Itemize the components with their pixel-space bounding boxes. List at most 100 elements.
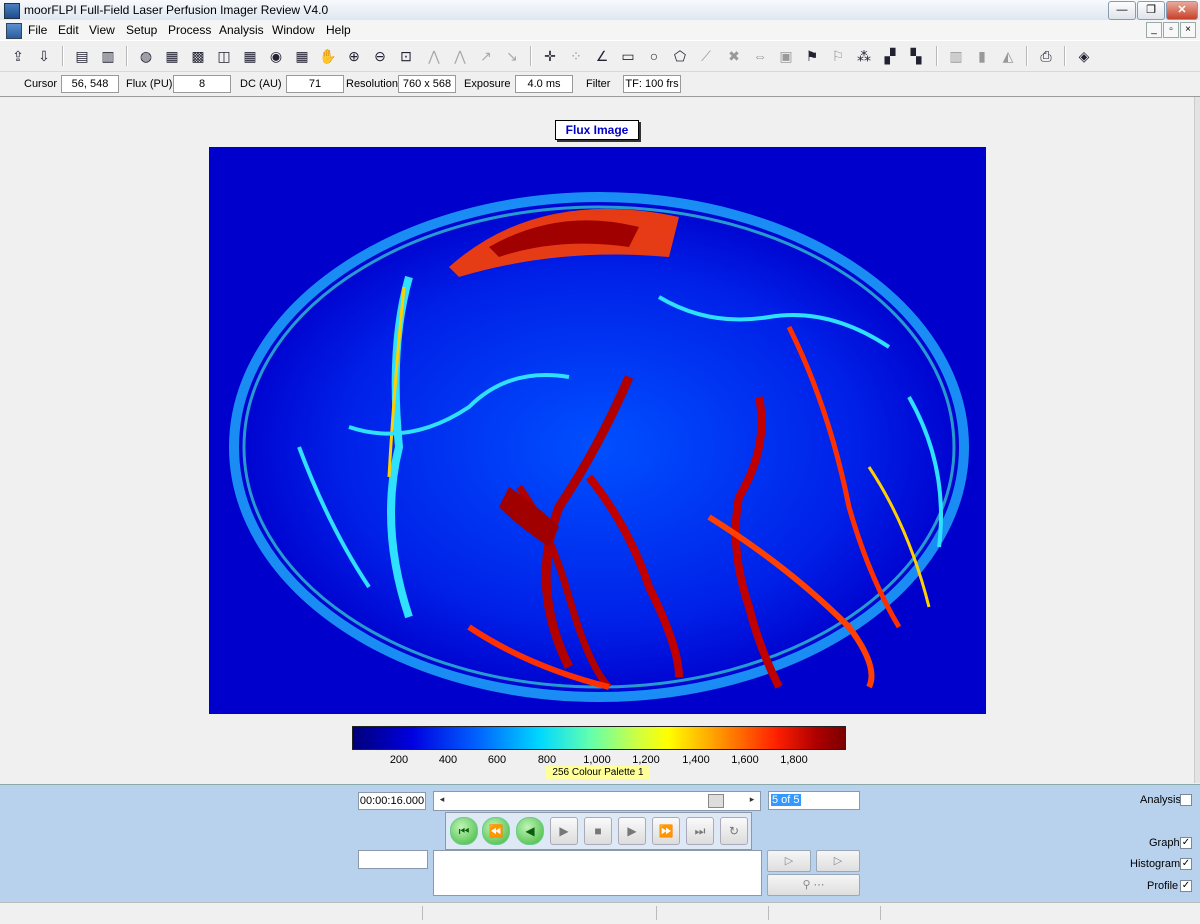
pan-hand-icon[interactable]: ✋ [318, 46, 338, 66]
zoom-out-icon[interactable]: ⊖ [370, 46, 390, 66]
resize-roi-icon[interactable]: ⇔ [750, 46, 770, 66]
mdi-restore-button[interactable]: ▫ [1163, 22, 1179, 38]
help-book-icon[interactable]: ◈ [1074, 46, 1094, 66]
playback-panel: 00:00:16.000 ◂ ▸ 5 of 5 ⏮ ⏪ ◀ ▶ ■ ▶ ⏩ ⏭ … [0, 784, 1200, 903]
colour-scale-tick: 1,200 [632, 754, 660, 766]
maximize-button[interactable]: ❐ [1137, 1, 1165, 20]
polygon-roi-icon[interactable]: ⬠ [670, 46, 690, 66]
toolbar-separator [1064, 46, 1066, 66]
palette-icon[interactable]: ▩ [188, 46, 208, 66]
wave-icon[interactable]: ⋀ [424, 46, 444, 66]
layout-icon[interactable]: ▚ [906, 46, 926, 66]
menu-file[interactable]: File [28, 23, 47, 37]
profile-label: Profile [1147, 880, 1179, 892]
graph-checkbox[interactable]: ✓ [1180, 837, 1192, 849]
zoom-in-icon[interactable]: ⊕ [344, 46, 364, 66]
status-cell [656, 906, 657, 920]
menu-setup[interactable]: Setup [126, 23, 157, 37]
analysis-checkbox[interactable] [1180, 794, 1192, 806]
colour-scale-tick: 200 [389, 754, 409, 766]
close-button[interactable]: ✕ [1166, 1, 1198, 20]
colour-scale-tick: 400 [438, 754, 458, 766]
angle-icon[interactable]: ∠ [592, 46, 612, 66]
menu-window[interactable]: Window [272, 23, 315, 37]
title-bar: moorFLPI Full-Field Laser Perfusion Imag… [0, 0, 1200, 21]
mark-end-button[interactable]: ▷ [816, 850, 860, 872]
frame-counter: 5 of 5 [771, 794, 801, 806]
document-icon[interactable] [6, 23, 22, 39]
link-icon[interactable]: ⁂ [854, 46, 874, 66]
find-button[interactable]: ⚲ ⋯ [767, 874, 860, 896]
profile-icon[interactable]: ◭ [998, 46, 1018, 66]
frame-counter-field[interactable]: 5 of 5 [768, 791, 860, 810]
resolution-label: Resolution [346, 78, 398, 90]
multi-point-icon[interactable]: ⁘ [566, 46, 586, 66]
comment-area[interactable] [433, 850, 762, 896]
rise-icon[interactable]: ↗ [476, 46, 496, 66]
statistics-icon[interactable]: ▥ [946, 46, 966, 66]
point-icon[interactable]: ✛ [540, 46, 560, 66]
delete-roi-icon[interactable]: ✖ [724, 46, 744, 66]
mdi-close-button[interactable]: × [1180, 22, 1196, 38]
status-cell [422, 906, 423, 920]
remove-marker-icon[interactable]: ⚐ [828, 46, 848, 66]
frame-slider[interactable]: ◂ ▸ [433, 791, 761, 811]
open-file-icon[interactable]: ⇪ [8, 46, 28, 66]
colour-scale-tick: 1,800 [780, 754, 808, 766]
mark-start-button[interactable]: ▷ [767, 850, 811, 872]
flux-value: 8 [173, 75, 231, 93]
peak-icon[interactable]: ⋀ [450, 46, 470, 66]
slider-left-arrow-icon[interactable]: ◂ [436, 794, 448, 805]
graph-label: Graph [1149, 837, 1180, 849]
print-icon[interactable]: ⎙ [1036, 46, 1056, 66]
step-forward-button[interactable]: ▶ [618, 817, 646, 845]
toolbar-separator [126, 46, 128, 66]
loop-button[interactable]: ↻ [720, 817, 748, 845]
flux-label: Flux (PU) [126, 78, 173, 90]
zoom-fit-icon[interactable]: ⊡ [396, 46, 416, 66]
globe-icon[interactable]: ◍ [136, 46, 156, 66]
document-view-icon[interactable]: ▥ [98, 46, 118, 66]
fast-rewind-button[interactable]: ⏪ [482, 817, 510, 845]
step-back-button[interactable]: ◀ [516, 817, 544, 845]
time-field[interactable]: 00:00:16.000 [358, 792, 426, 810]
note-input[interactable] [358, 850, 428, 869]
colour-scale-tick: 1,400 [682, 754, 710, 766]
fall-icon[interactable]: ↘ [502, 46, 522, 66]
slider-thumb[interactable] [707, 794, 724, 808]
add-marker-icon[interactable]: ⚑ [802, 46, 822, 66]
copy-roi-icon[interactable]: ▣ [776, 46, 796, 66]
slider-right-arrow-icon[interactable]: ▸ [746, 794, 758, 805]
report-icon[interactable]: ▤ [72, 46, 92, 66]
flux-image[interactable] [209, 147, 986, 714]
first-frame-button[interactable]: ⏮ [450, 817, 478, 845]
profile-checkbox[interactable]: ✓ [1180, 880, 1192, 892]
flux-image-title: Flux Image [555, 120, 639, 140]
rectangle-roi-icon[interactable]: ▭ [618, 46, 638, 66]
vertical-scrollbar[interactable] [1194, 97, 1200, 783]
grid-icon[interactable]: ▦ [292, 46, 312, 66]
toolbar: ⇪ ⇩ ▤ ▥ ◍ ▦ ▩ ◫ ▦ ◉ ▦ ✋ ⊕ ⊖ ⊡ ⋀ ⋀ ↗ ↘ ✛ … [0, 40, 1200, 72]
camera-icon[interactable]: ◉ [266, 46, 286, 66]
histogram-checkbox[interactable]: ✓ [1180, 858, 1192, 870]
compare-icon[interactable]: ◫ [214, 46, 234, 66]
menu-edit[interactable]: Edit [58, 23, 79, 37]
save-file-icon[interactable]: ⇩ [34, 46, 54, 66]
window-title: moorFLPI Full-Field Laser Perfusion Imag… [24, 3, 329, 17]
fast-forward-button[interactable]: ⏩ [652, 817, 680, 845]
histogram-icon[interactable]: ▮ [972, 46, 992, 66]
arrange-icon[interactable]: ▞ [880, 46, 900, 66]
stop-button[interactable]: ■ [584, 817, 612, 845]
film-icon[interactable]: ▦ [162, 46, 182, 66]
menu-process[interactable]: Process [168, 23, 211, 37]
play-button[interactable]: ▶ [550, 817, 578, 845]
menu-view[interactable]: View [89, 23, 115, 37]
line-icon[interactable]: ⟋ [696, 46, 716, 66]
grid-colour-icon[interactable]: ▦ [240, 46, 260, 66]
circle-roi-icon[interactable]: ○ [644, 46, 664, 66]
minimize-button[interactable]: — [1108, 1, 1136, 20]
last-frame-button[interactable]: ⏭ [686, 817, 714, 845]
menu-help[interactable]: Help [326, 23, 351, 37]
mdi-minimize-button[interactable]: _ [1146, 22, 1162, 38]
menu-analysis[interactable]: Analysis [219, 23, 264, 37]
